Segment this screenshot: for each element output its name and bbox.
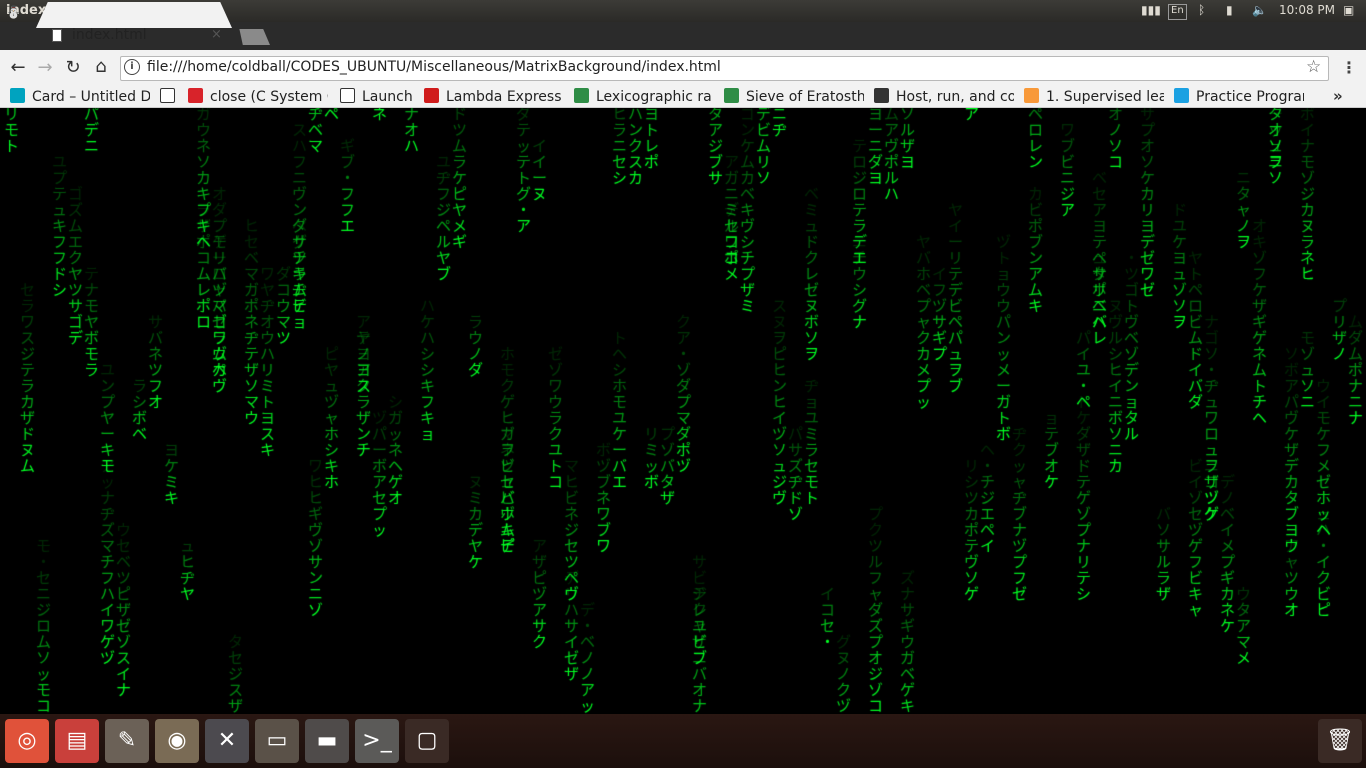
chrome-menu-icon[interactable]: ⋮	[1341, 58, 1357, 77]
matrix-background	[0, 108, 1366, 714]
tab-title: index.html	[72, 27, 147, 43]
bookmark-label: Lexicographic ra	[596, 89, 712, 105]
bookmark-item[interactable]: Lexicographic ra	[574, 88, 714, 106]
keyboard-layout-indicator[interactable]: En	[1168, 4, 1187, 20]
bookmark-item[interactable]: Card – Untitled D	[10, 88, 150, 106]
host-icon	[874, 88, 889, 103]
back-button[interactable]: ←	[7, 57, 29, 79]
file-cabinet-icon[interactable]: ▤	[55, 719, 99, 763]
ubuntu-dash-glyph: ◎	[17, 728, 37, 753]
text-editor-icon[interactable]: ✎	[105, 719, 149, 763]
bookmark-label: Lambda Express	[446, 89, 562, 105]
geeksforgeeks-icon	[724, 88, 739, 103]
terminal-icon[interactable]: >_	[355, 719, 399, 763]
bookmark-label: Sieve of Eratosth	[746, 89, 864, 105]
document-icon	[52, 29, 62, 42]
bookmark-item[interactable]: close (C System C	[188, 88, 328, 106]
bookmark-item[interactable]	[160, 88, 176, 106]
ubuntu-dash-icon[interactable]: ◎	[5, 719, 49, 763]
spoj-icon	[188, 88, 203, 103]
bookmark-item[interactable]: Host, run, and co	[874, 88, 1014, 106]
forward-button[interactable]: →	[34, 57, 56, 79]
chrome-icon[interactable]: ◉	[155, 719, 199, 763]
battery-icon[interactable]: ▮	[1226, 3, 1233, 19]
bookmark-star-icon[interactable]: ☆	[1306, 57, 1321, 77]
hackerrank-icon	[1174, 88, 1189, 103]
reload-button[interactable]: ↻	[62, 57, 84, 79]
files-folder-glyph: ▭	[266, 728, 288, 753]
sklearn-icon	[1024, 88, 1039, 103]
bluetooth-icon[interactable]: ᛒ	[1198, 3, 1205, 19]
files-folder-icon[interactable]: ▭	[255, 719, 299, 763]
bookmark-label: Launch	[362, 89, 412, 105]
tab-close-icon[interactable]: ×	[211, 27, 222, 42]
volume-icon[interactable]: 🔈	[1252, 3, 1267, 19]
trash-glyph: 🗑	[1326, 728, 1354, 753]
trash-icon[interactable]: 🗑	[1318, 719, 1362, 763]
url-text[interactable]: file:///home/coldball/CODES_UBUNTU/Misce…	[147, 59, 721, 75]
clock[interactable]: 10:08 PM	[1279, 3, 1335, 19]
bookmark-label: 1. Supervised lea	[1046, 89, 1164, 105]
system-settings-icon[interactable]: ✕	[205, 719, 249, 763]
matrix-canvas	[0, 108, 1366, 714]
page-icon	[160, 88, 175, 103]
geeksforgeeks-icon	[574, 88, 589, 103]
network-icon[interactable]: ▮▮▮	[1141, 3, 1161, 19]
page-icon	[340, 88, 355, 103]
bookmark-label: Card – Untitled D	[32, 89, 150, 105]
session-icon[interactable]: ▣	[1343, 3, 1354, 19]
oracle-icon	[424, 88, 439, 103]
bookmark-item[interactable]: 1. Supervised lea	[1024, 88, 1164, 106]
info-icon[interactable]: i	[124, 59, 140, 75]
incognito-icon: ⛄	[6, 5, 21, 19]
bookmark-item[interactable]: Launch	[340, 88, 412, 106]
bookmarks-overflow-button[interactable]: »	[1333, 87, 1343, 105]
bookmark-label: Host, run, and co	[896, 89, 1014, 105]
drive-icon[interactable]: ▬	[305, 719, 349, 763]
text-editor-glyph: ✎	[117, 728, 137, 753]
c-app-icon	[10, 88, 25, 103]
bookmark-label: close (C System C	[210, 89, 328, 105]
chrome-glyph: ◉	[167, 728, 187, 753]
workspace-switcher-glyph: ▢	[416, 728, 438, 753]
bookmark-item[interactable]: Practice Program	[1174, 88, 1304, 106]
tab-index-html[interactable]	[36, 2, 232, 28]
drive-glyph: ▬	[316, 728, 338, 753]
bookmark-item[interactable]: Sieve of Eratosth	[724, 88, 864, 106]
terminal-glyph: >_	[362, 728, 392, 753]
workspace-switcher-icon[interactable]: ▢	[405, 719, 449, 763]
bookmark-item[interactable]: Lambda Express	[424, 88, 562, 106]
system-settings-glyph: ✕	[217, 728, 237, 753]
file-cabinet-glyph: ▤	[66, 728, 88, 753]
home-button[interactable]: ⌂	[90, 56, 112, 78]
bookmark-label: Practice Program	[1196, 89, 1304, 105]
